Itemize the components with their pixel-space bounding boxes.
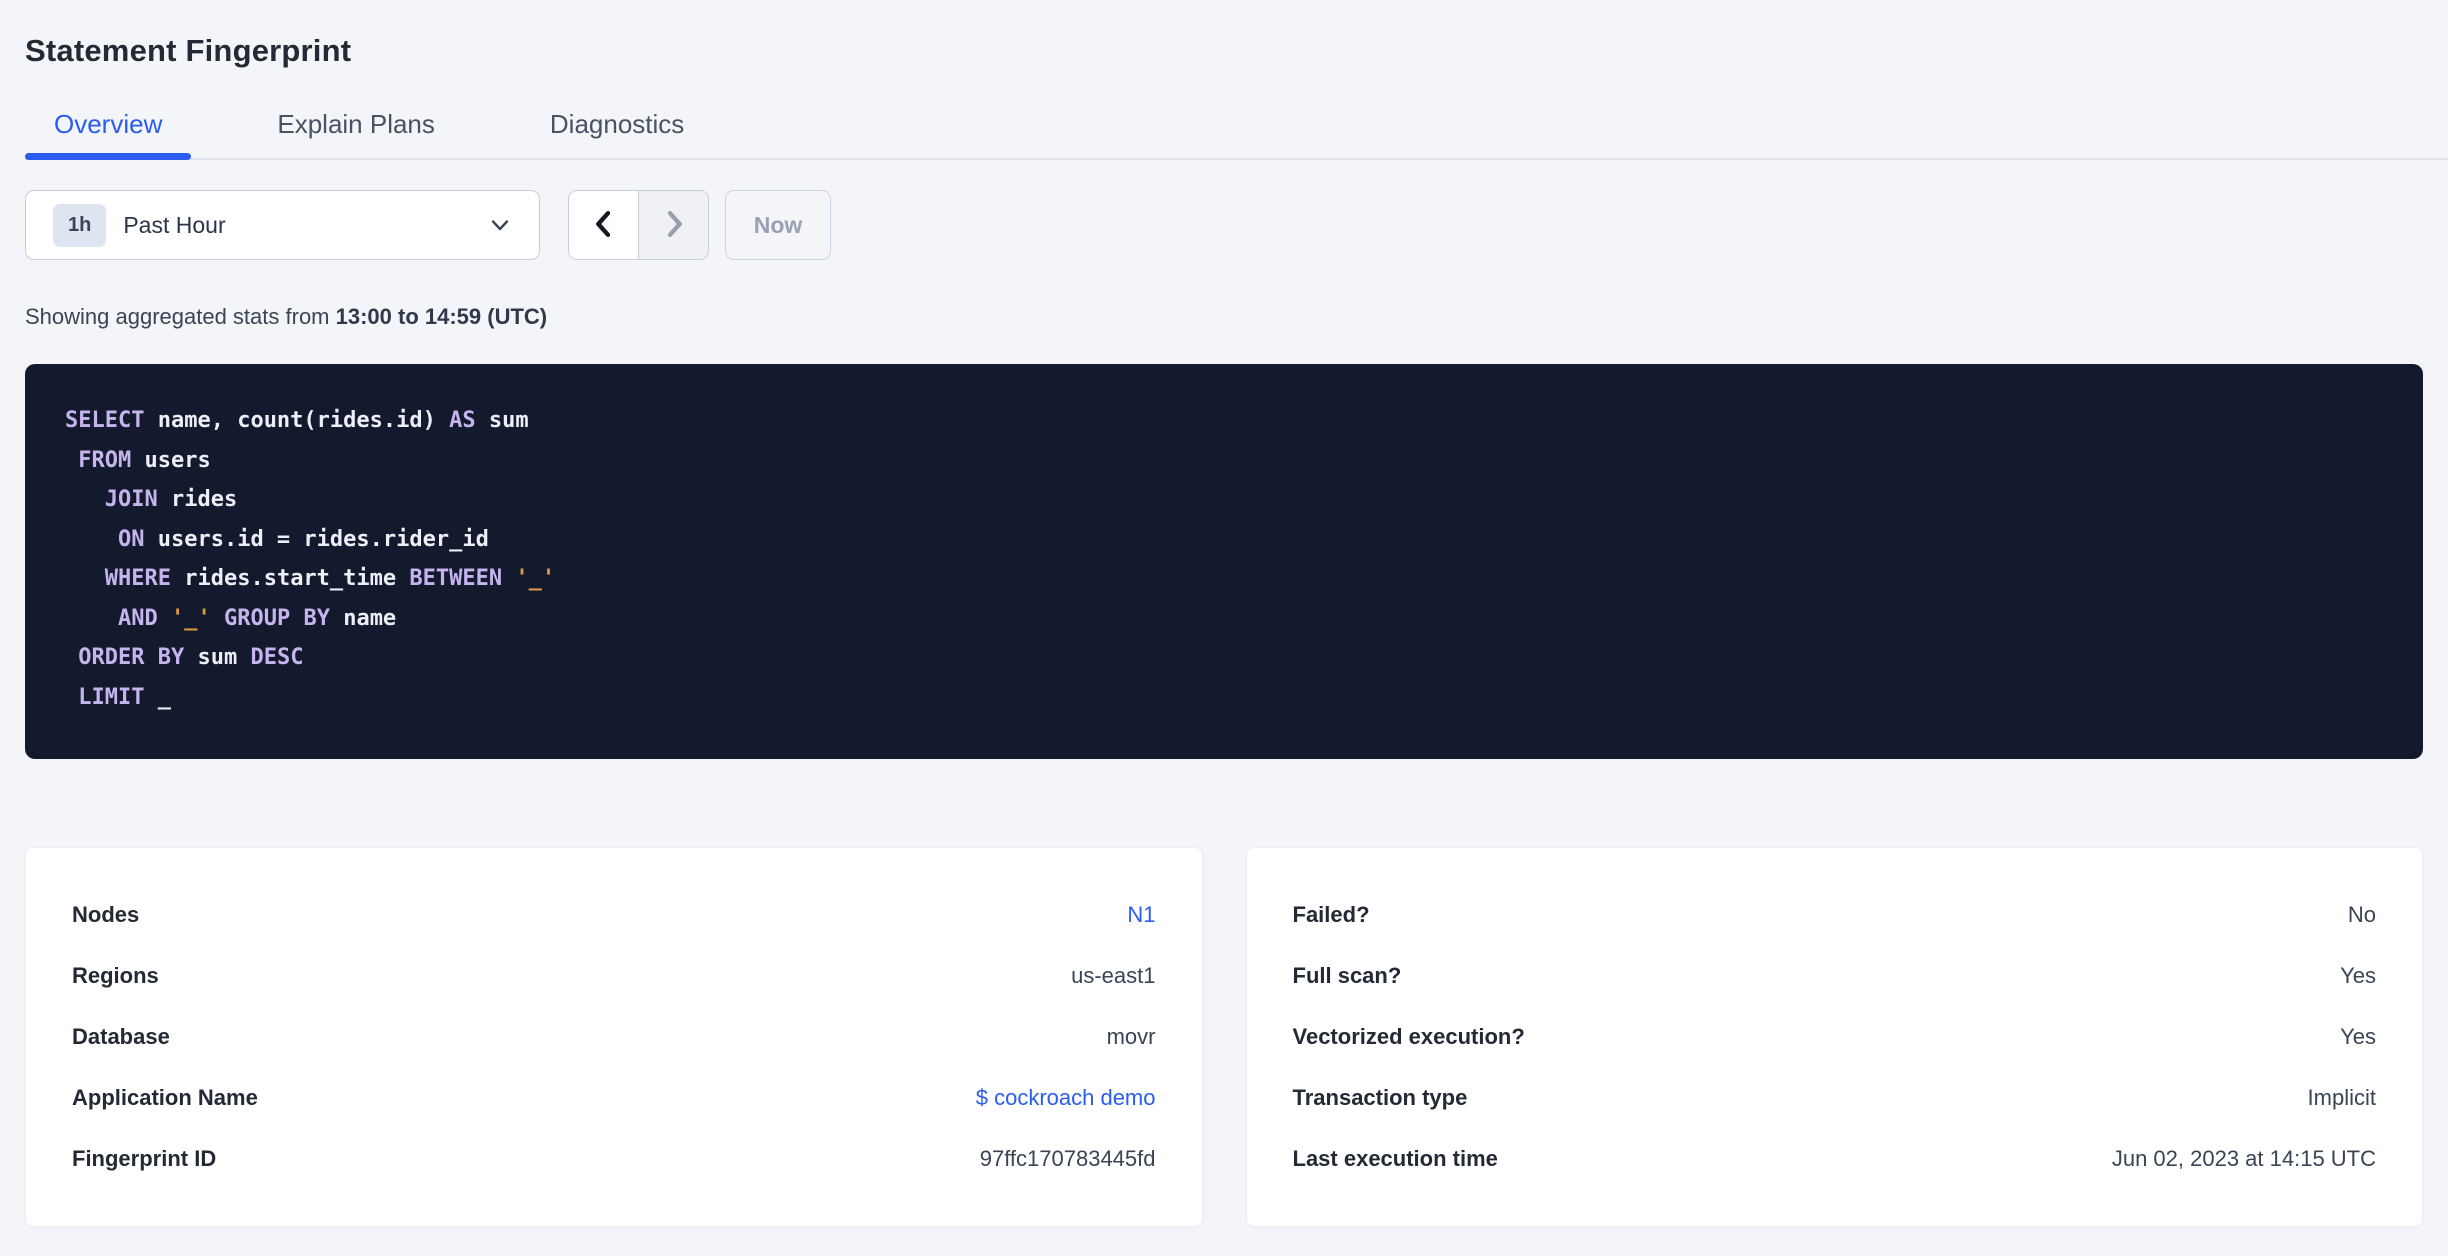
statement-details-card-right: Failed? No Full scan? Yes Vectorized executi… [1245,847,2423,1227]
sql-line: FROM users [78,447,211,473]
detail-label-nodes: Nodes [72,901,140,927]
chevron-left-icon [590,208,618,243]
detail-label-regions: Regions [72,962,159,988]
sql-statement-box: SELECT name, count(rides.id) AS sum FROM… [25,364,2423,759]
sql-line: LIMIT _ [78,684,171,710]
detail-row-regions: Regions us-east1 [72,945,1156,1006]
detail-label-vectorized-execution: Vectorized execution? [1292,1023,1525,1049]
detail-link-application-name[interactable]: $ cockroach demo [976,1085,1156,1111]
tab-explain-plans[interactable]: Explain Plans [248,72,464,158]
prev-interval-button[interactable] [569,191,638,259]
chevron-down-icon [488,213,512,237]
detail-value-failed: No [2347,901,2376,927]
interval-label: Past Hour [123,211,226,238]
detail-link-nodes[interactable]: N1 [1127,902,1155,928]
detail-label-failed: Failed? [1292,901,1370,927]
detail-row-vectorized-execution: Vectorized execution? Yes [1293,1006,2377,1067]
detail-label-database: Database [72,1023,170,1049]
tab-bar: Overview Explain Plans Diagnostics [25,72,2448,160]
detail-row-last-execution-time: Last execution time Jun 02, 2023 at 14:15… [1293,1128,2377,1189]
next-interval-button[interactable] [638,191,708,259]
statement-fingerprint-page: Statement Fingerprint Overview Explain Pl… [0,0,2448,1256]
detail-label-full-scan: Full scan? [1292,962,1402,988]
sql-line: SELECT name, count(rides.id) AS sum [65,408,529,433]
detail-label-fingerprint-id: Fingerprint ID [72,1145,217,1171]
sql-line: ON users.id = rides.rider_id [117,526,489,552]
detail-value-regions: us-east1 [1071,962,1156,988]
now-button[interactable]: Now [725,190,831,260]
detail-cards: Nodes N1 Regions us-east1 Database movr Applic… [25,847,2423,1227]
statement-details-card-left: Nodes N1 Regions us-east1 Database movr Applic… [25,847,1203,1227]
aggregated-stats-range: 13:00 to 14:59 (UTC) [335,304,548,329]
aggregated-stats-text: Showing aggregated stats from 13:00 to 1… [25,304,2423,330]
detail-value-fingerprint-id: 97ffc170783445fd [979,1145,1156,1171]
detail-value-full-scan: Yes [2340,962,2376,988]
sql-line: AND '_' GROUP BY name [117,605,397,631]
detail-row-full-scan: Full scan? Yes [1293,945,2377,1006]
detail-row-application-name: Application Name $ cockroach demo [72,1067,1156,1128]
sql-line: WHERE rides.start_time BETWEEN '_' [104,566,556,591]
interval-nav-group [568,190,709,260]
page-title: Statement Fingerprint [25,33,352,68]
detail-value-vectorized-execution: Yes [2340,1023,2376,1049]
detail-row-failed: Failed? No [1293,884,2377,945]
time-controls: 1h Past Hour Now [25,190,2423,260]
detail-value-transaction-type: Implicit [2307,1084,2376,1110]
tab-diagnostics[interactable]: Diagnostics [521,72,713,158]
time-interval-dropdown[interactable]: 1h Past Hour [25,190,540,260]
detail-value-last-execution-time: Jun 02, 2023 at 14:15 UTC [2111,1145,2376,1171]
detail-label-transaction-type: Transaction type [1292,1084,1468,1110]
detail-row-database: Database movr [72,1006,1156,1067]
tab-overview[interactable]: Overview [25,72,192,160]
detail-label-last-execution-time: Last execution time [1292,1145,1498,1171]
sql-line: ORDER BY sum DESC [78,645,304,670]
detail-value-database: movr [1106,1023,1156,1049]
interval-badge: 1h [53,203,107,247]
detail-row-transaction-type: Transaction type Implicit [1293,1067,2377,1128]
aggregated-stats-prefix: Showing aggregated stats from [25,304,336,329]
sql-line: JOIN rides [104,487,238,512]
detail-label-application-name: Application Name [72,1084,258,1110]
chevron-right-icon [660,208,688,243]
detail-row-nodes: Nodes N1 [72,884,1156,945]
detail-row-fingerprint-id: Fingerprint ID 97ffc170783445fd [72,1128,1156,1189]
